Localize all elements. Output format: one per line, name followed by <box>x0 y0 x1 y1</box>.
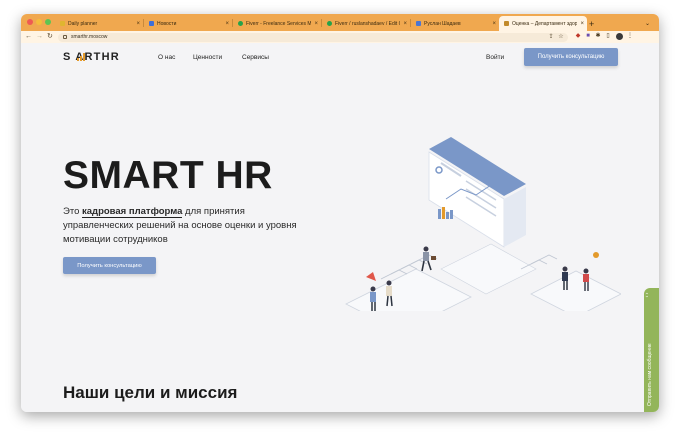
close-window-button[interactable] <box>27 19 33 25</box>
new-tab-button[interactable]: + <box>589 16 601 31</box>
tab-bar: Daily planner × Новости × Fiverr - Freel… <box>21 14 659 31</box>
tab-title: Новости <box>157 20 177 27</box>
tab-title: Daily planner <box>68 20 98 27</box>
feedback-label: Отправить нам сообщение <box>647 343 653 406</box>
consultation-button-hero[interactable]: Получить консультацию <box>63 257 156 274</box>
tab-fiverr-services[interactable]: Fiverr - Freelance Services Mar × <box>233 16 321 31</box>
tab-favicon-icon <box>327 21 332 26</box>
share-icon[interactable]: ⇪ <box>548 34 554 41</box>
tab-favicon-icon <box>238 21 243 26</box>
maximize-window-button[interactable] <box>45 19 51 25</box>
feedback-code-icon: ‹ › <box>644 292 651 298</box>
tab-active-assessment[interactable]: Оценка – Департамент здор × <box>499 16 587 31</box>
logo-bars-icon <box>77 53 87 61</box>
tab-favicon-icon <box>60 21 65 26</box>
nav-values[interactable]: Ценности <box>193 54 222 61</box>
tab-ruslan[interactable]: Руслан Шадаев × <box>411 16 499 31</box>
close-tab-icon[interactable]: × <box>492 21 496 27</box>
tab-daily-planner[interactable]: Daily planner × <box>55 16 143 31</box>
tab-search-chevron-icon[interactable]: ⌄ <box>645 16 655 31</box>
profile-avatar-icon[interactable] <box>616 33 623 40</box>
back-arrow-icon[interactable]: ← <box>25 32 32 42</box>
nav-services[interactable]: Сервисы <box>242 54 269 61</box>
hero-description: Это кадровая платформа для принятия упра… <box>63 206 297 245</box>
tab-favicon-icon <box>149 21 154 26</box>
consultation-button-label: Получить консультацию <box>77 262 142 269</box>
close-tab-icon[interactable]: × <box>314 21 318 27</box>
tab-favicon-icon <box>416 21 421 26</box>
tab-title: Оценка – Департамент здор <box>512 20 578 27</box>
feedback-widget[interactable]: ‹ › Отправить нам сообщение <box>644 288 659 412</box>
bookmark-star-icon[interactable]: ☆ <box>558 34 564 41</box>
close-tab-icon[interactable]: × <box>403 21 407 27</box>
login-link[interactable]: Войти <box>486 54 504 61</box>
sidebar-icon[interactable]: ▯ <box>605 33 611 40</box>
close-tab-icon[interactable]: × <box>136 21 140 27</box>
tab-title: Fiverr / ruslanshadaev / Edit Gi <box>335 20 401 27</box>
extensions-puzzle-icon[interactable]: ✱ <box>595 33 601 40</box>
orange-dot-icon <box>593 252 599 258</box>
tab-title: Fiverr - Freelance Services Mar <box>246 20 312 27</box>
tab-favicon-icon <box>504 21 509 26</box>
tab-title: Руслан Шадаев <box>424 20 461 27</box>
tab-news[interactable]: Новости × <box>144 16 232 31</box>
lock-icon <box>63 34 67 39</box>
url-text: smarthr.moscow <box>71 33 108 40</box>
hr-platform-illustration <box>345 137 621 311</box>
minimize-window-button[interactable] <box>36 19 42 25</box>
address-bar: ← → ↻ smarthr.moscow ⇪ ☆ ◆ ■ ✱ ▯ ⋮ <box>21 31 659 43</box>
close-tab-icon[interactable]: × <box>225 21 229 27</box>
menu-kebab-icon[interactable]: ⋮ <box>627 33 633 40</box>
consultation-button-header[interactable]: Получить консультацию <box>524 48 618 66</box>
dashboard-panel-icon <box>428 137 526 248</box>
hero-title: SMART HR <box>63 154 273 197</box>
close-tab-icon[interactable]: × <box>580 21 584 27</box>
nav-about[interactable]: О нас <box>158 54 175 61</box>
page-content: S ARTHR О нас Ценности Сервисы Войти Пол… <box>21 43 659 412</box>
hero-highlight: кадровая платформа <box>82 206 183 218</box>
extension-purple-icon[interactable]: ■ <box>585 33 591 40</box>
site-logo[interactable]: S ARTHR <box>63 51 120 63</box>
tab-fiverr-edit[interactable]: Fiverr / ruslanshadaev / Edit Gi × <box>322 16 410 31</box>
person-walking-icon <box>421 246 436 272</box>
forward-arrow-icon[interactable]: → <box>36 32 43 42</box>
section-title-mission: Наши цели и миссия <box>63 383 238 402</box>
url-input[interactable]: smarthr.moscow ⇪ ☆ <box>58 32 568 42</box>
new-tab-label: + <box>589 18 595 29</box>
browser-window: Daily planner × Новости × Fiverr - Freel… <box>21 14 659 412</box>
reload-icon[interactable]: ↻ <box>47 32 53 42</box>
consultation-button-label: Получить консультацию <box>537 54 605 60</box>
logo-text: S ARTHR <box>63 51 120 63</box>
extension-red-icon[interactable]: ◆ <box>575 33 581 40</box>
